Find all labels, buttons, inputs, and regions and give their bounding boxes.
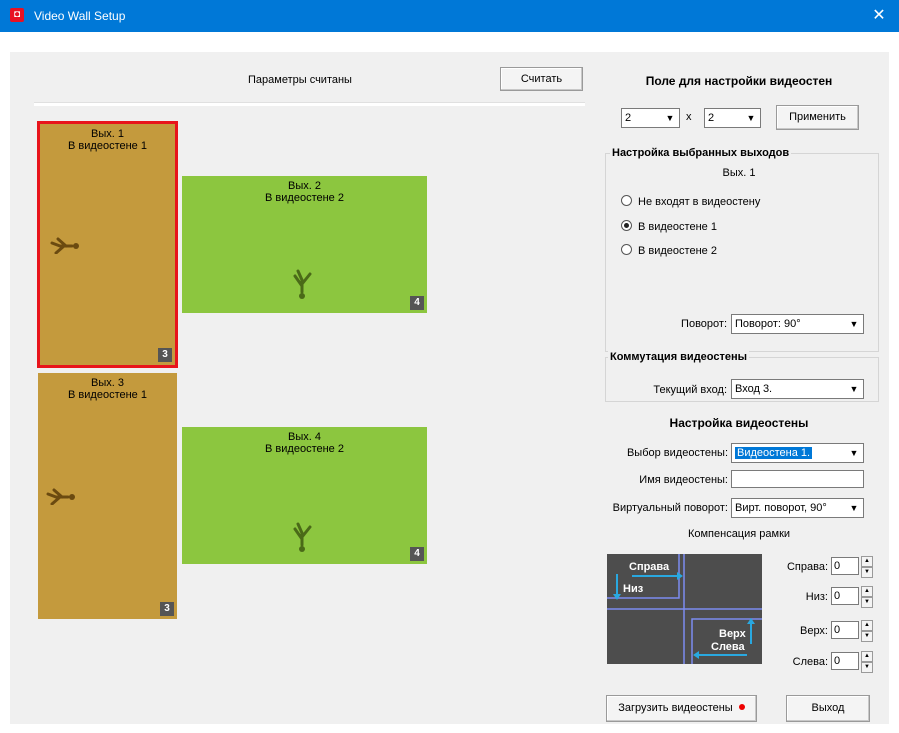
dialog-client: Параметры считаны Считать Вых. 1 В видео… [10, 52, 889, 724]
output-tile-3[interactable]: Вых. 3 В видеостене 1 3 [38, 373, 177, 619]
wall-settings-title: Настройка видеостены [669, 416, 809, 430]
chevron-down-icon: ▼ [849, 384, 859, 394]
virtual-rotation-label: Виртуальный поворот: [612, 502, 728, 514]
output-tile-wall: В видеостене 1 [68, 389, 147, 401]
cols-select[interactable]: 2 ▼ [704, 108, 761, 128]
chevron-down-icon: ▼ [849, 319, 859, 329]
exit-button[interactable]: Выход [786, 695, 870, 722]
load-walls-label: Загрузить видеостены [618, 702, 733, 714]
output-tile-2[interactable]: Вых. 2 В видеостене 2 4 [182, 176, 427, 313]
spin-up-icon[interactable]: ▲ [861, 620, 873, 631]
comp-left-label: Слева: [792, 656, 828, 668]
radio-label: В видеостене 1 [638, 221, 717, 233]
load-walls-button[interactable]: Загрузить видеостены [606, 695, 757, 722]
comp-right-input[interactable]: 0 [831, 557, 859, 575]
output-badge: 3 [158, 348, 172, 362]
chevron-down-icon: ▼ [665, 113, 675, 123]
radio-wall-2[interactable]: В видеостене 2 [621, 244, 717, 257]
current-input-label: Текущий вход: [653, 384, 727, 396]
apply-button[interactable]: Применить [776, 105, 859, 130]
wall-field-title: Поле для настройки видеостен [645, 74, 833, 88]
radio-label: Не входят в видеостену [638, 196, 761, 208]
diagram-right-label: Справа [629, 561, 670, 573]
radio-circle [621, 220, 632, 231]
comp-right-spinner[interactable]: ▲ ▼ [861, 556, 873, 578]
separator [34, 102, 585, 106]
comp-top-label: Верх: [799, 625, 828, 637]
spin-up-icon[interactable]: ▲ [861, 556, 873, 567]
selected-outputs-title: Настройка выбранных выходов [610, 147, 792, 159]
radio-wall-1[interactable]: В видеостене 1 [621, 220, 717, 233]
comp-left-spinner[interactable]: ▲ ▼ [861, 651, 873, 673]
output-tile-wall: В видеостене 2 [265, 443, 344, 455]
virtual-rotation-select[interactable]: Вирт. поворот, 90° ▼ [731, 498, 864, 518]
spin-down-icon[interactable]: ▼ [861, 662, 873, 673]
cols-value: 2 [708, 112, 715, 124]
output-tile-name: Вых. 2 [288, 180, 321, 192]
wall-select[interactable]: Видеостена 1. ▼ [731, 443, 864, 463]
radio-circle [621, 195, 632, 206]
comp-top-input[interactable]: 0 [831, 621, 859, 639]
output-tile-name: Вых. 4 [288, 431, 321, 443]
wall-select-value: Видеостена 1. [735, 447, 813, 459]
comp-bottom-spinner[interactable]: ▲ ▼ [861, 586, 873, 608]
times-label: x [686, 111, 692, 123]
output-badge: 3 [160, 602, 174, 616]
spin-up-icon[interactable]: ▲ [861, 586, 873, 597]
rotated-person-icon [46, 488, 75, 505]
output-badge: 4 [410, 547, 424, 561]
rotation-select[interactable]: Поворот: 90° ▼ [731, 314, 864, 334]
virtual-rotation-value: Вирт. поворот, 90° [735, 502, 827, 514]
diagram-top-label: Верх [719, 628, 747, 640]
current-output-label: Вых. 1 [722, 167, 756, 179]
rotation-label: Поворот: [681, 318, 727, 330]
wall-name-input[interactable] [731, 470, 864, 488]
rotation-value: Поворот: 90° [735, 318, 801, 330]
input-value: Вход 3. [735, 383, 773, 395]
comp-left-input[interactable]: 0 [831, 652, 859, 670]
spin-down-icon[interactable]: ▼ [861, 597, 873, 608]
radio-label: В видеостене 2 [638, 245, 717, 257]
comp-bottom-input[interactable]: 0 [831, 587, 859, 605]
rows-select[interactable]: 2 ▼ [621, 108, 680, 128]
output-tile-1[interactable]: Вых. 1 В видеостене 1 3 [37, 121, 178, 368]
read-button[interactable]: Считать [500, 67, 583, 91]
frame-comp-diagram: Справа Низ Верх Слева [607, 554, 762, 664]
rows-value: 2 [625, 112, 632, 124]
output-tile-name: Вых. 1 [91, 128, 124, 140]
switching-title: Коммутация видеостены [608, 351, 750, 363]
frame-comp-title: Компенсация рамки [687, 528, 791, 540]
radio-circle [621, 244, 632, 255]
chevron-down-icon: ▼ [849, 448, 859, 458]
chevron-down-icon: ▼ [746, 113, 756, 123]
wall-select-label: Выбор видеостены: [626, 447, 728, 459]
status-text: Параметры считаны [248, 74, 352, 86]
title-bar: ◘ Video Wall Setup ✕ [0, 0, 899, 32]
rotated-person-icon [50, 237, 79, 254]
close-button[interactable]: ✕ [859, 0, 899, 32]
comp-bottom-label: Низ: [805, 591, 828, 603]
radio-not-in-wall[interactable]: Не входят в видеостену [621, 195, 760, 208]
output-tile-4[interactable]: Вых. 4 В видеостене 2 4 [182, 427, 427, 564]
diagram-bottom-label: Низ [623, 583, 644, 595]
window-title: Video Wall Setup [34, 9, 126, 23]
comp-top-spinner[interactable]: ▲ ▼ [861, 620, 873, 642]
app-shield-icon: ◘ [10, 8, 24, 22]
diagram-left-label: Слева [711, 641, 746, 653]
input-select[interactable]: Вход 3. ▼ [731, 379, 864, 399]
spin-up-icon[interactable]: ▲ [861, 651, 873, 662]
status-dot-icon [738, 704, 745, 710]
spin-down-icon[interactable]: ▼ [861, 567, 873, 578]
rotated-person-icon [293, 522, 312, 552]
comp-right-label: Справа: [786, 561, 828, 573]
output-tile-name: Вых. 3 [91, 377, 124, 389]
output-badge: 4 [410, 296, 424, 310]
output-tile-wall: В видеостене 2 [265, 192, 344, 204]
spin-down-icon[interactable]: ▼ [861, 631, 873, 642]
chevron-down-icon: ▼ [849, 503, 859, 513]
wall-name-label: Имя видеостены: [639, 474, 728, 486]
rotated-person-icon [293, 269, 312, 299]
output-tile-wall: В видеостене 1 [68, 140, 147, 152]
